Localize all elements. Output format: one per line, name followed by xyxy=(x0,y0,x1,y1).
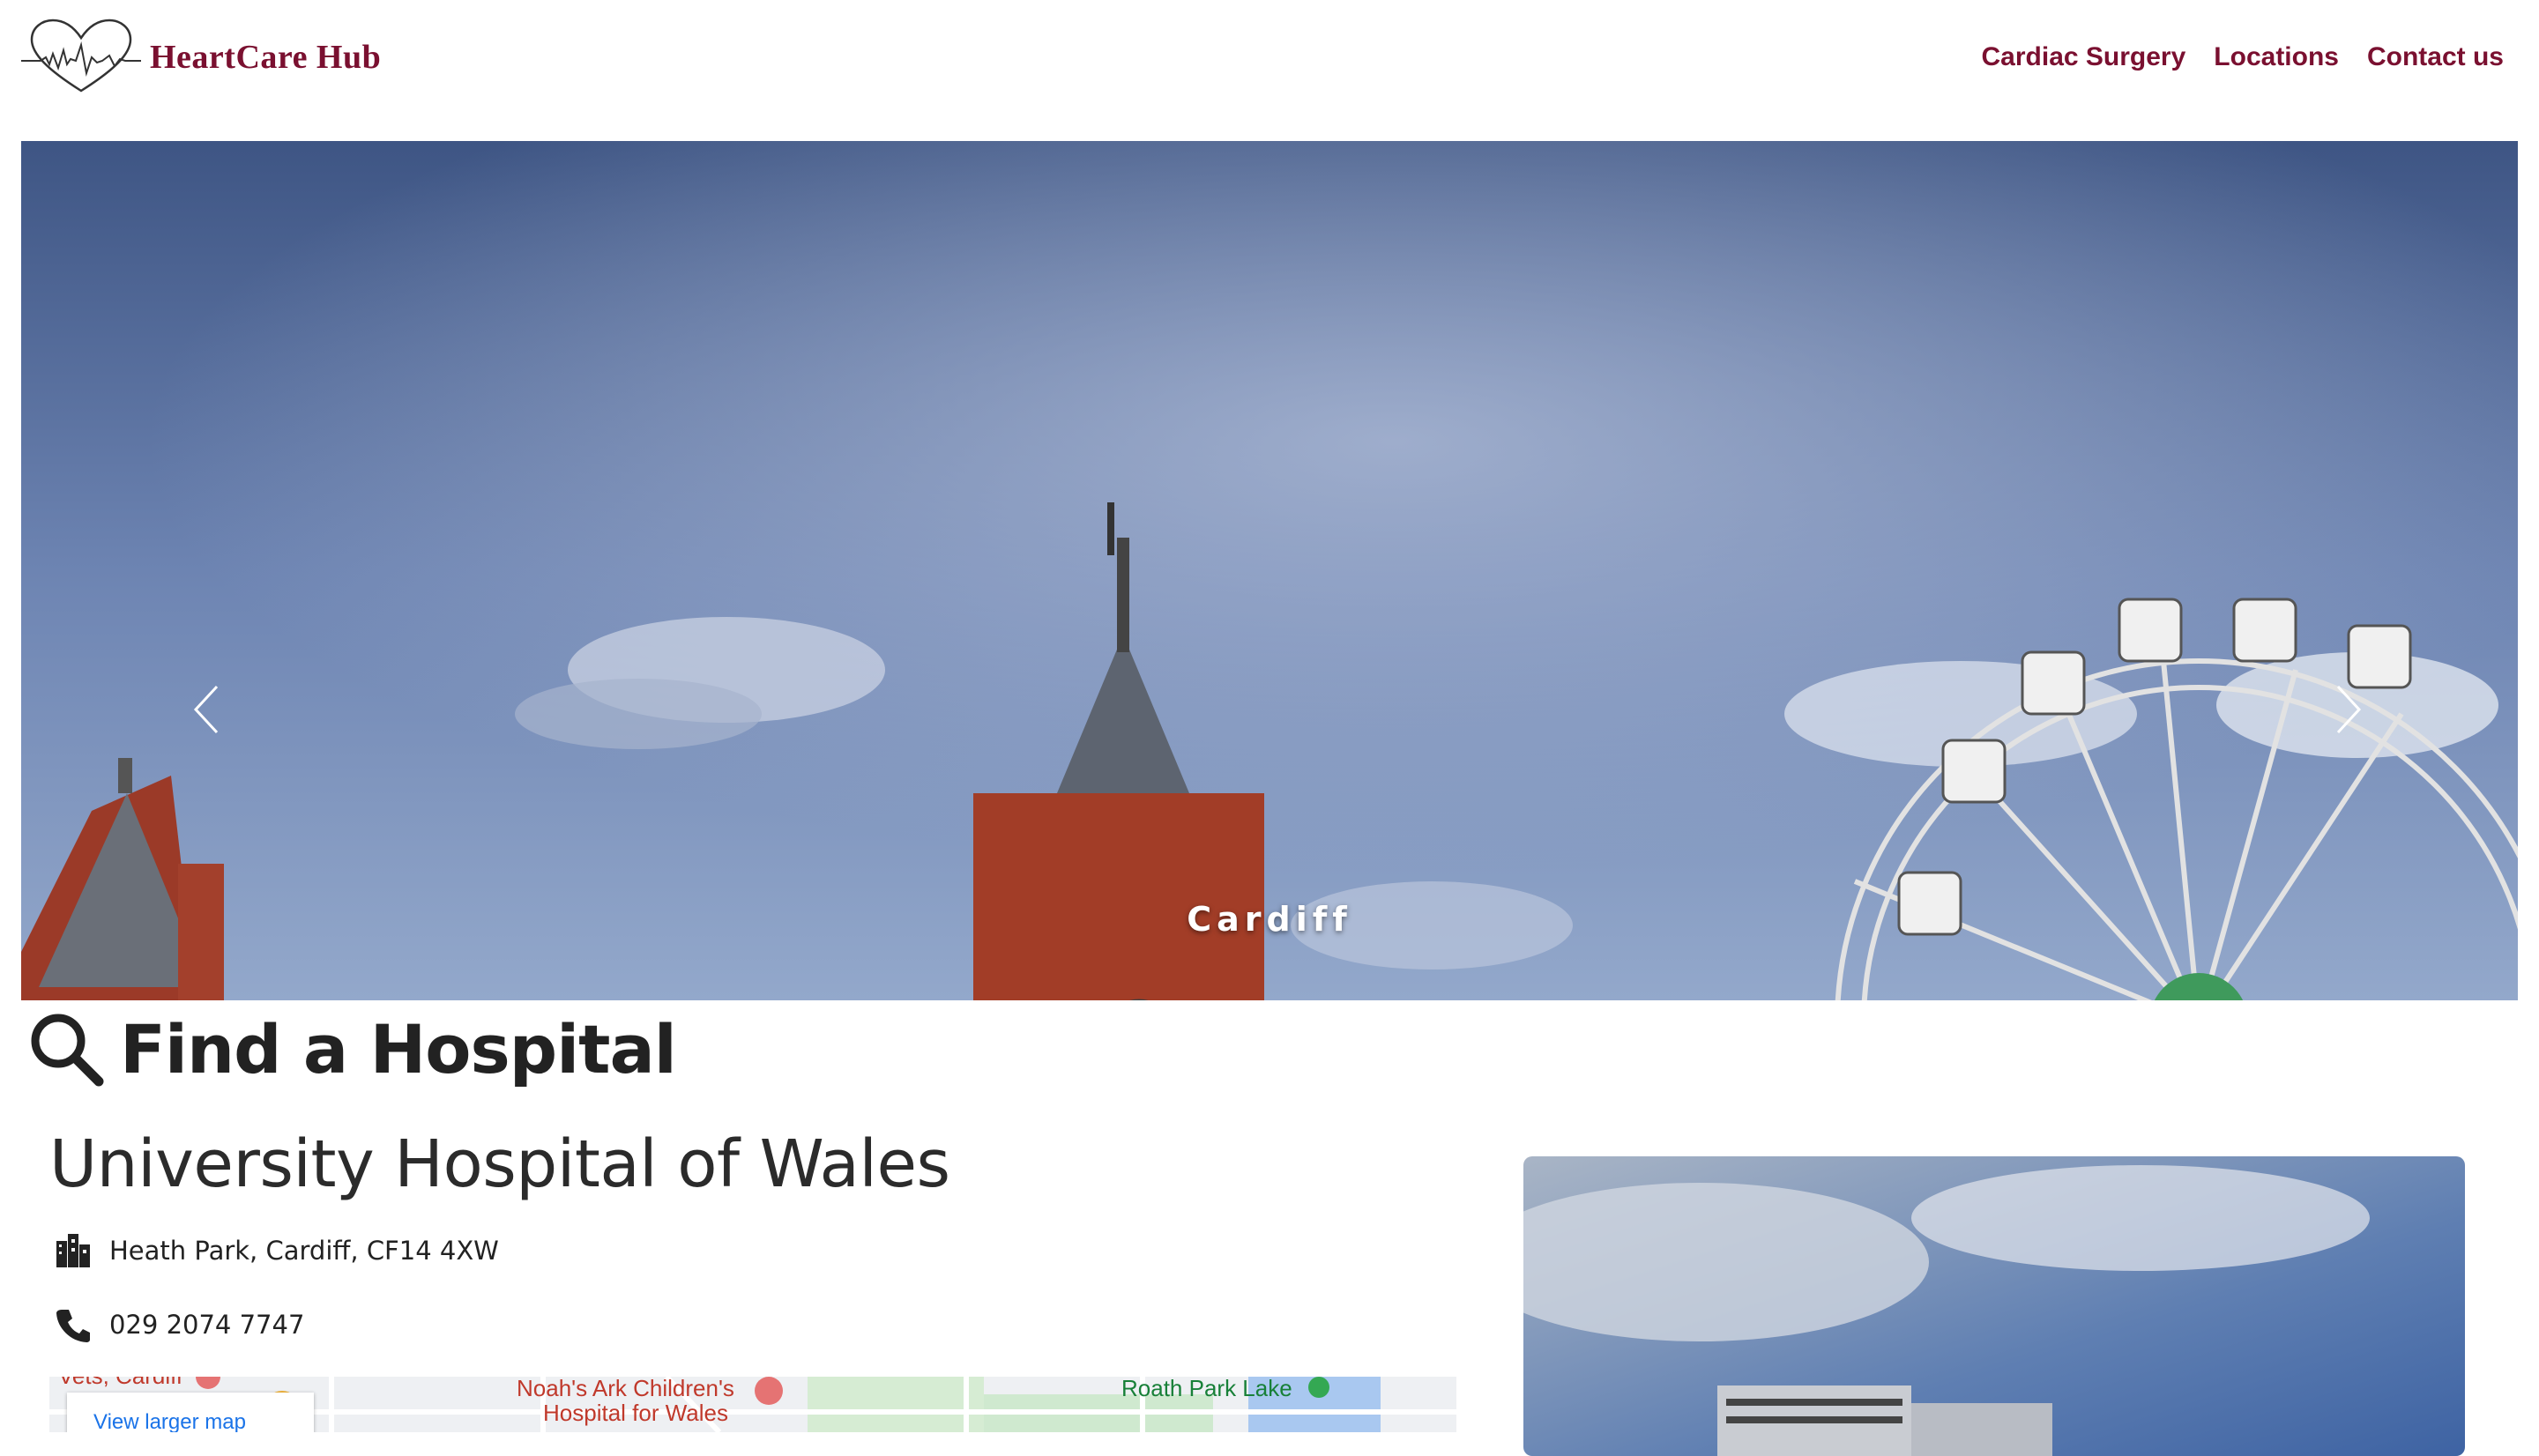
chevron-right-icon xyxy=(2336,685,2362,734)
hospital-photo-image xyxy=(1523,1156,2465,1456)
page-title: Find a Hospital xyxy=(120,1009,677,1088)
hero-carousel: Cardiff xyxy=(21,141,2518,1000)
hospital-photo xyxy=(1523,1156,2465,1456)
carousel-caption: Cardiff xyxy=(1187,900,1352,939)
phone-number[interactable]: 029 2074 7747 xyxy=(109,1310,304,1340)
nav-contact-us[interactable]: Contact us xyxy=(2367,42,2504,72)
hospital-name: University Hospital of Wales xyxy=(49,1126,950,1202)
nav-locations[interactable]: Locations xyxy=(2214,42,2339,72)
nav-cardiac-surgery[interactable]: Cardiac Surgery xyxy=(1982,42,2186,72)
map-label-childrens-hospital: Noah's Ark Children's xyxy=(517,1377,734,1401)
brand-logo[interactable]: HeartCare Hub xyxy=(21,18,381,97)
map-label-vets: Vets, Cardiff xyxy=(58,1377,182,1387)
view-larger-map-link[interactable]: View larger map xyxy=(67,1393,314,1432)
hospital-building-icon xyxy=(56,1234,90,1267)
carousel-next-button[interactable] xyxy=(2322,679,2375,740)
phone-icon xyxy=(56,1310,90,1342)
find-hospital-heading: Find a Hospital xyxy=(28,1005,677,1093)
heart-ecg-icon xyxy=(21,19,141,93)
hero-image xyxy=(21,141,2518,1000)
hospital-address: Heath Park, Cardiff, CF14 4XW xyxy=(55,1232,499,1269)
main-nav: Cardiac Surgery Locations Contact us xyxy=(1982,35,2504,79)
brand-name: HeartCare Hub xyxy=(150,39,382,76)
carousel-prev-button[interactable] xyxy=(180,679,233,740)
site-header: HeartCare Hub Cardiac Surgery Locations … xyxy=(0,0,2539,139)
chevron-left-icon xyxy=(193,685,219,734)
search-icon xyxy=(31,1014,104,1087)
map-label-childrens-hospital-line2: Hospital for Wales xyxy=(543,1400,728,1426)
address-text: Heath Park, Cardiff, CF14 4XW xyxy=(109,1236,499,1266)
map-label-lake: Roath Park Lake xyxy=(1121,1377,1292,1401)
hospital-phone: 029 2074 7747 xyxy=(55,1306,304,1343)
hospital-map[interactable]: Vets, Cardiff Noah's Ark Children's Hosp… xyxy=(49,1377,1456,1432)
